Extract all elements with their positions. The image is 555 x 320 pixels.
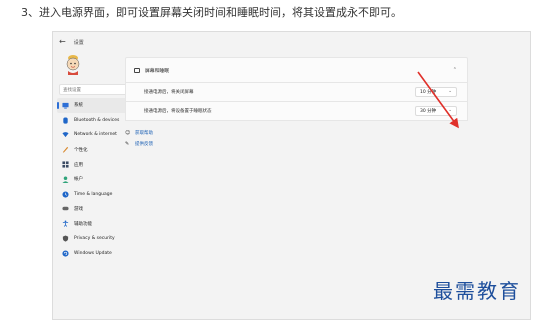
windows-update-icon [61,250,69,257]
screen-sleep-header[interactable]: 屏幕和睡眠 ⌃ [125,57,468,83]
bluetooth-icon [61,117,69,124]
watermark: 最需教育 [433,279,521,303]
chevron-up-icon[interactable]: ⌃ [453,67,457,73]
section-title: 屏幕和睡眠 [145,68,169,74]
avatar[interactable] [63,54,83,76]
app-title: 设置 [73,39,84,46]
sidebar-item-label: 帐户 [74,177,83,183]
sleep-label: 接通电源后，将设备置于睡眠状态 [144,109,212,114]
sidebar-item-accessibility[interactable]: 辅助功能 [53,216,157,231]
feedback-label: 提供反馈 [135,141,153,147]
help-icon: ☺ [125,129,131,136]
chevron-down-icon: ⌄ [448,89,452,94]
sidebar-item-label: 游戏 [74,206,83,212]
network-icon [61,131,69,138]
sidebar-item-label: Privacy & security [74,236,115,242]
sidebar-item-privacy[interactable]: Privacy & security [53,231,157,246]
help-links: ☺ 获取帮助 ✎ 提供反馈 [125,127,153,149]
apps-icon [61,161,69,168]
sidebar-item-windows-update[interactable]: Windows Update [53,246,157,261]
sidebar-item-apps[interactable]: 应用 [53,157,157,172]
get-help-link[interactable]: ☺ 获取帮助 [125,127,153,138]
feedback-icon: ✎ [125,140,130,147]
sidebar-item-label: Windows Update [74,250,112,256]
sidebar-item-label: 系统 [74,103,83,109]
gaming-icon [61,205,69,212]
sidebar-item-label: 个性化 [74,147,88,153]
sidebar-item-label: 应用 [74,162,83,168]
sidebar-item-gaming[interactable]: 游戏 [53,202,157,217]
screen-off-row: 接通电源后，将关闭屏幕 10 分钟 ⌄ [125,83,468,102]
screen-off-value: 10 分钟 [420,90,437,95]
screen-off-select[interactable]: 10 分钟 ⌄ [415,87,457,97]
sidebar-item-label: 辅助功能 [74,221,92,227]
title-bar: ← 设置 [59,36,84,48]
sleep-value: 30 分钟 [420,109,437,114]
sidebar-item-accounts[interactable]: 帐户 [53,172,157,187]
screen-icon [134,67,140,73]
screen-off-label: 接通电源后，将关闭屏幕 [144,90,194,95]
page-caption: 3、进入电源界面，即可设置屏幕关闭时间和睡眠时间，将其设置成永不即可。 [21,6,402,19]
sidebar-item-time-language[interactable]: Time & language [53,187,157,202]
get-help-label: 获取帮助 [135,130,153,136]
sidebar-item-label: Time & language [74,191,113,197]
sidebar-item-label: Network & internet [74,132,117,138]
sleep-select[interactable]: 30 分钟 ⌄ [415,106,457,116]
system-icon [61,102,69,109]
chevron-down-icon: ⌄ [448,108,452,113]
accounts-icon [61,176,69,183]
feedback-link[interactable]: ✎ 提供反馈 [125,138,153,149]
privacy-icon [61,235,69,242]
sleep-row: 接通电源后，将设备置于睡眠状态 30 分钟 ⌄ [125,102,468,121]
accessibility-icon [61,220,69,228]
personalization-icon [61,146,69,153]
sidebar-nav: 系统 Bluetooth & devices Network & interne… [53,98,157,261]
sidebar-item-label: Bluetooth & devices [74,117,120,123]
time-language-icon [61,191,69,198]
back-arrow-icon[interactable]: ← [59,38,66,46]
